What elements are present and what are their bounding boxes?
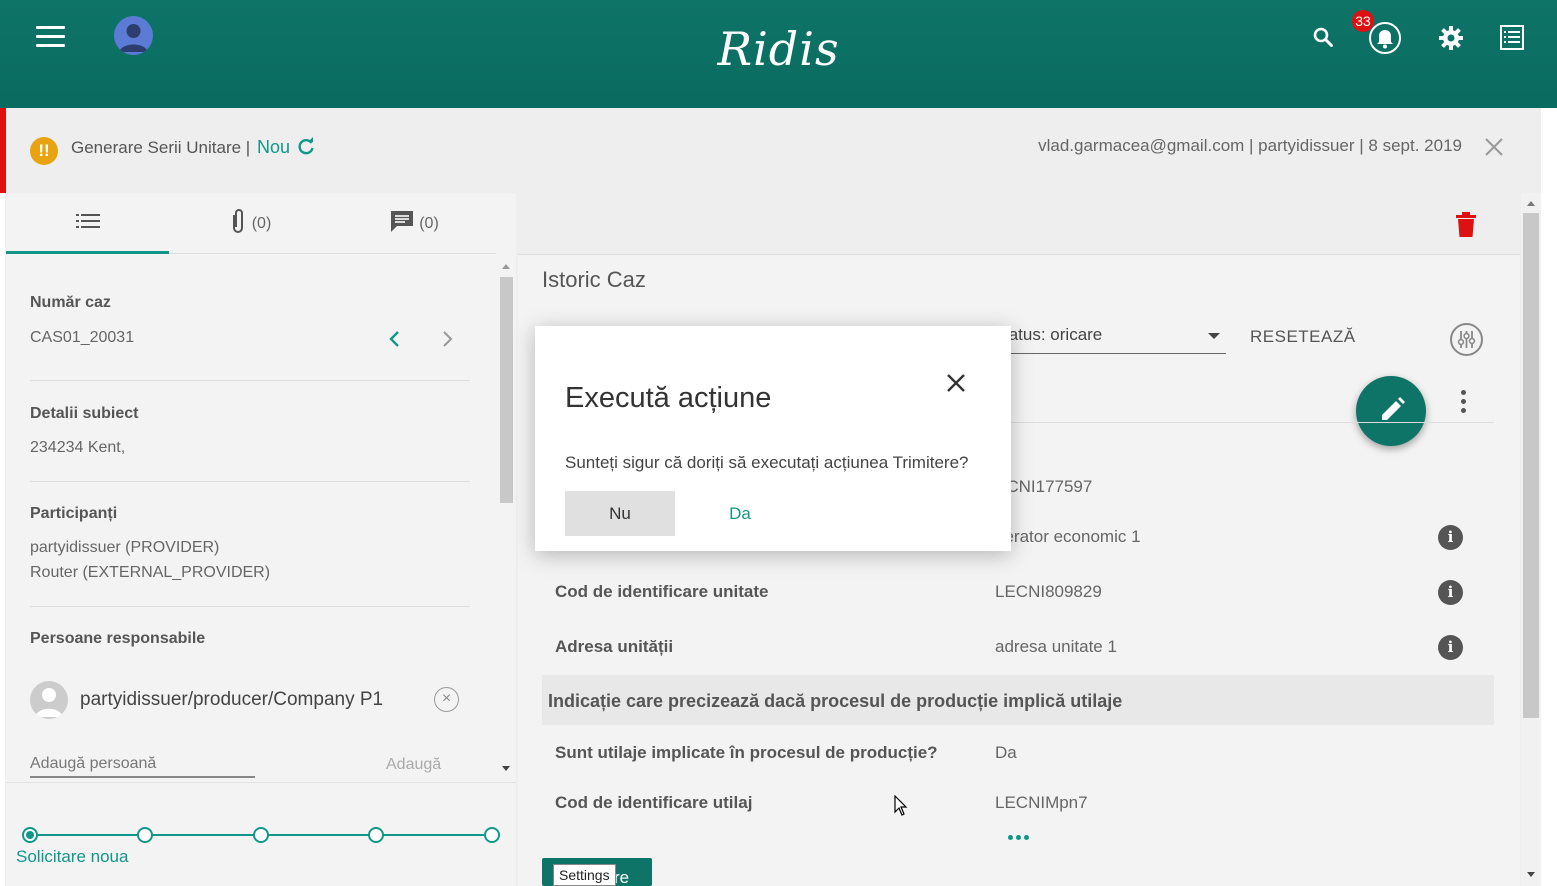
subject-label: Detalii subiect [30,405,139,422]
right-toolbar [518,193,1520,255]
left-scrollbar[interactable] [497,262,515,778]
dialog-close-icon[interactable] [944,371,968,395]
step-dot-5[interactable] [484,827,500,843]
add-person-input[interactable] [30,752,255,778]
delete-trash-icon[interactable] [1455,212,1477,243]
notification-bell-icon[interactable] [1368,21,1402,60]
scrollbar-thumb[interactable] [1523,213,1539,718]
notification-count-badge: 33 [1352,10,1374,32]
comments-count: (0) [419,214,439,232]
step-dot-2[interactable] [137,827,153,843]
subject-value: 234234 Kent, [30,439,126,456]
mouse-cursor-icon [894,794,908,822]
case-state: Nou [257,137,291,157]
scroll-up-arrow-icon[interactable] [502,264,510,269]
case-number-label: Număr caz [30,294,111,311]
responsible-person-name: partyidissuer/producer/Company P1 [80,689,384,710]
step-dot-3[interactable] [253,827,269,843]
list-icon [75,213,100,234]
dialog-message: Sunteți sigur că doriți să executați acț… [565,453,969,472]
divider [30,606,470,607]
divider [30,380,470,381]
history-row-label: Cod de identificare utilaj [555,793,753,812]
history-row-label: Adresa unității [555,637,674,656]
history-row-label: Cod de identificare unitate [555,582,769,601]
refresh-icon[interactable] [296,137,316,162]
history-title: Istoric Caz [542,267,646,292]
dialog-no-button[interactable]: Nu [565,491,675,536]
case-title: Generare Serii Unitare | [71,138,251,157]
case-number-value: CAS01_20031 [30,329,135,346]
pencil-icon [1382,397,1405,420]
close-case-icon[interactable] [1483,136,1505,163]
participant-item: Router (EXTERNAL_PROVIDER) [30,564,271,581]
person-avatar-icon [30,681,68,719]
active-tab-indicator [6,251,169,254]
comment-icon [389,209,415,238]
warning-icon: !! [30,137,58,165]
scroll-down-arrow-icon[interactable] [502,766,510,771]
step-dot-1[interactable] [22,827,38,843]
add-person-button[interactable]: Adaugă [386,756,441,774]
remove-person-icon[interactable]: × [434,687,459,712]
history-row-value: perator economic 1 [995,527,1141,546]
history-row-value: adresa unitate 1 [995,637,1117,656]
dialog-yes-button[interactable]: Da [710,491,770,536]
status-filter-value: tatus: oricare [1004,325,1103,344]
right-scrollbar[interactable] [1521,193,1541,886]
history-row-value: LECNIMpn7 [995,793,1088,812]
left-tabs: (0) (0) [6,193,496,254]
status-filter-select[interactable]: tatus: oricare [1004,325,1226,354]
bottom-action-label: re [614,868,630,886]
step-label: Solicitare noua [16,847,129,866]
group-header-text: Indicație care precizează dacă procesul … [548,691,1123,711]
tab-details[interactable] [6,193,169,254]
tab-comments[interactable]: (0) [332,193,496,254]
scrollbar-thumb[interactable] [500,277,513,503]
search-icon[interactable] [1313,27,1333,52]
paperclip-icon [230,207,246,240]
scroll-up-arrow-icon[interactable] [1527,201,1535,206]
responsible-label: Persoane responsabile [30,630,206,647]
info-icon[interactable]: i [1438,525,1463,550]
info-icon[interactable]: i [1438,580,1463,605]
filter-settings-icon[interactable] [1450,323,1483,356]
step-dot-4[interactable] [368,827,384,843]
participants-label: Participanți [30,505,118,522]
edit-fab-button[interactable] [1356,376,1426,446]
confirm-action-dialog: Execută acțiune Sunteți sigur că doriți … [535,326,1011,551]
reset-button[interactable]: RESETEAZĂ [1250,327,1356,347]
attachments-count: (0) [251,214,272,232]
settings-gear-icon[interactable] [1438,25,1464,56]
history-row-value: Da [995,743,1017,762]
case-meta: vlad.garmacea@gmail.com | partyidissuer … [1038,136,1462,155]
list-view-icon[interactable] [1500,25,1524,55]
chevron-left-icon[interactable] [388,330,402,353]
more-options-icon[interactable] [1460,390,1468,414]
divider [30,481,470,482]
history-row-label: Sunt utilaje implicate în procesul de pr… [555,743,938,762]
history-group-header: Indicație care precizează dacă procesul … [542,675,1494,725]
show-more-icon[interactable] [1008,835,1032,841]
tab-attachments[interactable]: (0) [169,193,332,254]
dropdown-caret-icon [1208,333,1220,339]
dialog-title: Execută acțiune [565,382,772,414]
history-row-value: LECNI809829 [995,582,1102,601]
settings-tooltip: Settings [553,864,616,886]
scroll-down-arrow-icon[interactable] [1527,872,1535,877]
chevron-right-icon[interactable] [440,330,454,353]
info-icon[interactable]: i [1438,635,1463,660]
participant-item: partyidissuer (PROVIDER) [30,539,220,556]
